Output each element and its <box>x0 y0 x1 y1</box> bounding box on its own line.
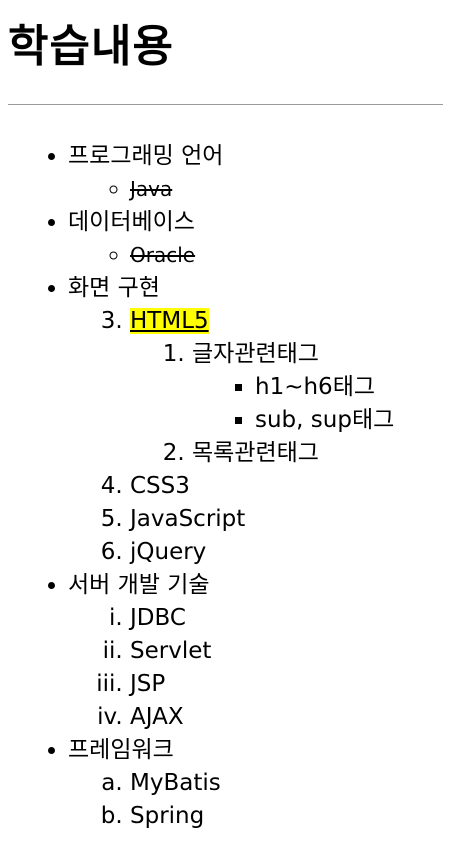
text-tags-list: h1~h6태그 sub, sup태그 <box>192 371 451 437</box>
database-list: Oracle <box>68 239 451 272</box>
divider <box>8 104 443 105</box>
programming-list: Java <box>68 173 451 206</box>
topic-framework-label: 프레임워크 <box>68 737 174 763</box>
list-item-list-tags: 목록관련태그 <box>192 437 451 470</box>
server-list: JDBC Servlet JSP AJAX <box>68 602 451 734</box>
framework-list: MyBatis Spring <box>68 767 451 833</box>
screen-list: HTML5 글자관련태그 h1~h6태그 sub, sup태그 목록관련태그 <box>68 305 451 569</box>
topic-framework: 프레임워크 MyBatis Spring <box>68 734 451 833</box>
topic-database-label: 데이터베이스 <box>68 209 195 235</box>
list-item-h-tags: h1~h6태그 <box>255 371 451 404</box>
topic-server-label: 서버 개발 기술 <box>68 572 210 598</box>
list-tags-label: 목록관련태그 <box>192 440 319 466</box>
html5-highlight: HTML5 <box>130 308 209 334</box>
list-item-text-tags: 글자관련태그 h1~h6태그 sub, sup태그 <box>192 338 451 437</box>
topic-server: 서버 개발 기술 JDBC Servlet JSP AJAX <box>68 569 451 734</box>
oracle-text: Oracle <box>130 243 196 267</box>
list-item-javascript: JavaScript <box>130 503 451 536</box>
list-item-jsp: JSP <box>130 668 451 701</box>
java-text: Java <box>130 177 173 201</box>
list-item-css3: CSS3 <box>130 470 451 503</box>
topic-database: 데이터베이스 Oracle <box>68 206 451 272</box>
list-item-jdbc: JDBC <box>130 602 451 635</box>
list-item-java: Java <box>130 173 451 206</box>
list-item-spring: Spring <box>130 800 451 833</box>
list-item-servlet: Servlet <box>130 635 451 668</box>
list-item-sub-sup: sub, sup태그 <box>255 404 451 437</box>
topic-programming-label: 프로그래밍 언어 <box>68 143 224 169</box>
list-item-jquery: jQuery <box>130 536 451 569</box>
list-item-mybatis: MyBatis <box>130 767 451 800</box>
text-tags-label: 글자관련태그 <box>192 341 319 367</box>
content-outline: 프로그래밍 언어 Java 데이터베이스 Oracle 화면 구현 HTML5 … <box>0 140 451 833</box>
html5-sub-list: 글자관련태그 h1~h6태그 sub, sup태그 목록관련태그 <box>130 338 451 470</box>
list-item-html5: HTML5 글자관련태그 h1~h6태그 sub, sup태그 목록관련태그 <box>130 305 451 470</box>
topic-screen: 화면 구현 HTML5 글자관련태그 h1~h6태그 sub, sup태그 <box>68 272 451 569</box>
topic-programming: 프로그래밍 언어 Java <box>68 140 451 206</box>
list-item-ajax: AJAX <box>130 701 451 734</box>
topic-list: 프로그래밍 언어 Java 데이터베이스 Oracle 화면 구현 HTML5 … <box>0 140 451 833</box>
topic-screen-label: 화면 구현 <box>68 275 160 301</box>
page-title: 학습내용 <box>8 21 174 72</box>
list-item-oracle: Oracle <box>130 239 451 272</box>
